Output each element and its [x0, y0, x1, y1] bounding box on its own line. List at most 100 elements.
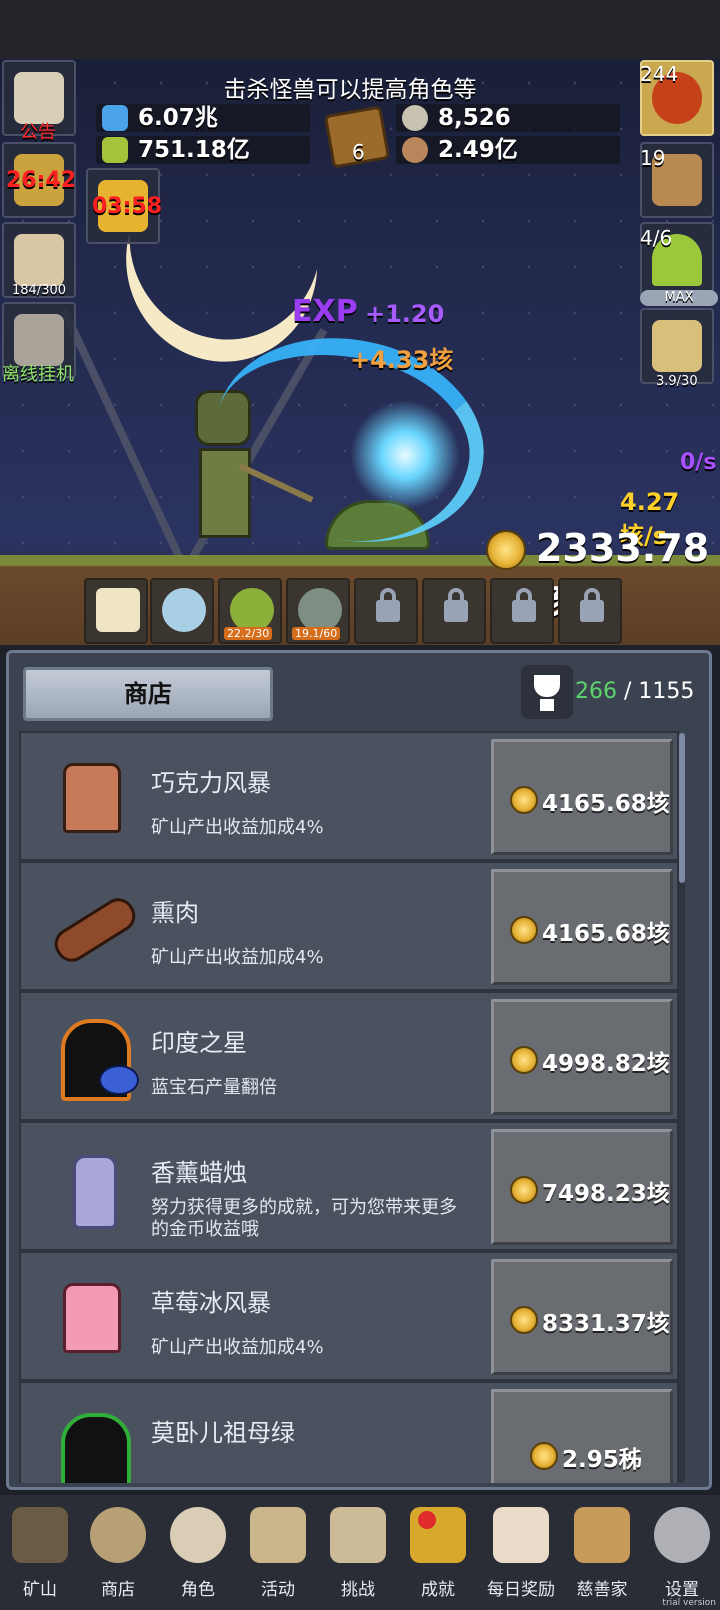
shop-item: 莫卧儿祖母绿 2.95秭 [19, 1381, 679, 1483]
chest-count: 19 [640, 146, 666, 170]
nav-philanthropist[interactable]: 慈善家 [562, 1503, 642, 1603]
shop-tab[interactable]: 商店 [23, 667, 273, 721]
item-price: 2.95秭 [562, 1447, 642, 1473]
item-price: 7498.23垓 [542, 1181, 670, 1207]
skull-icon [170, 1507, 226, 1563]
drink-mug-icon [14, 234, 64, 286]
scroll-icon [14, 72, 64, 124]
slime-pet-icon [230, 588, 274, 632]
nav-label: 设置 [665, 1580, 699, 1600]
offline-label: 离线挂机 [2, 364, 74, 385]
silver-ore-icon [402, 105, 428, 131]
pet-slime-progress: 22.2/30 [224, 627, 273, 640]
shop-item: 熏肉 矿山产出收益加成4% 4165.68垓 [19, 861, 679, 991]
lock-icon [444, 588, 468, 622]
nav-label: 挑战 [341, 1580, 375, 1600]
nav-label: 每日奖励 [487, 1580, 555, 1600]
bread-icon [574, 1507, 630, 1563]
lock-icon [512, 588, 536, 622]
scrollbar-thumb[interactable] [679, 733, 685, 883]
bucket-timer: 03:58 [92, 194, 163, 219]
nav-challenge[interactable]: 挑战 [318, 1503, 398, 1603]
pet-slot-egg[interactable] [150, 578, 214, 644]
lantern-icon [12, 1507, 68, 1563]
pet-zombie-progress: 19.1/60 [292, 627, 341, 640]
meat-icon [402, 137, 428, 163]
shop-scrollbar[interactable] [679, 733, 685, 1483]
shop-item: 巧克力风暴 矿山产出收益加成4% 4165.68垓 [19, 731, 679, 861]
pet-slot-locked[interactable] [490, 578, 554, 644]
item-price: 4165.68垓 [542, 921, 670, 947]
notification-dot [418, 1511, 436, 1529]
wind-up-key-icon [14, 314, 64, 366]
bacon-icon [43, 883, 142, 973]
nav-character[interactable]: 角色 [158, 1503, 238, 1603]
book-count: 6 [352, 140, 365, 164]
pet-slot-zombie[interactable]: 19.1/60 [286, 578, 350, 644]
buy-button[interactable]: 8331.37垓 [491, 1259, 673, 1375]
lock-icon [376, 588, 400, 622]
buy-button[interactable]: 4165.68垓 [491, 739, 673, 855]
item-description: 矿山产出收益加成4% [151, 947, 324, 968]
pet-slot-slime[interactable]: 22.2/30 [218, 578, 282, 644]
item-description: 努力获得更多的成就，可为您带来更多的金币收益哦 [151, 1197, 457, 1240]
nav-label: 矿山 [23, 1580, 57, 1600]
item-description: 矿山产出收益加成4% [151, 1337, 324, 1358]
trophy-counter: 266 / 1155 [575, 679, 694, 704]
drink-progress: 184/300 [12, 283, 67, 298]
gold-coin-icon [510, 1306, 538, 1334]
game-scene[interactable]: 击杀怪兽可以提高角色等 6.07兆 751.18亿 6 8,526 2.49亿 … [0, 0, 720, 645]
map-icon [330, 1507, 386, 1563]
pet-slot-locked[interactable] [422, 578, 486, 644]
item-price: 4998.82垓 [542, 1051, 670, 1077]
pet-slot-locked[interactable] [558, 578, 622, 644]
nav-label: 角色 [181, 1580, 215, 1600]
lock-icon [580, 588, 604, 622]
nav-daily-reward[interactable]: 每日奖励 [478, 1503, 564, 1603]
item-description: 矿山产出收益加成4% [151, 817, 324, 838]
nav-label: 活动 [261, 1580, 295, 1600]
buy-button[interactable]: 4165.68垓 [491, 869, 673, 985]
slime-progress: 4/6 [640, 226, 673, 250]
buy-button[interactable]: 2.95秭 [491, 1389, 673, 1483]
item-name: 熏肉 [151, 899, 199, 927]
max-badge: MAX [640, 290, 718, 306]
gear-icon [654, 1507, 710, 1563]
zombie-pet-icon [298, 588, 342, 632]
nav-label: 成就 [421, 1580, 455, 1600]
letter-icon [493, 1507, 549, 1563]
ore-icon [90, 1507, 146, 1563]
item-name: 印度之星 [151, 1029, 247, 1057]
strawberry-storm-icon [43, 1273, 139, 1363]
buy-button[interactable]: 7498.23垓 [491, 1129, 673, 1245]
trophy-separator: / [617, 679, 639, 704]
trial-watermark: trial version [662, 1598, 716, 1608]
star-of-india-icon [43, 1013, 139, 1103]
gold-coin-icon [510, 786, 538, 814]
nav-label: 慈善家 [576, 1580, 628, 1600]
gold-coin-icon [510, 1046, 538, 1074]
nav-achievements[interactable]: 成就 [398, 1503, 478, 1603]
gold-coin-icon [510, 916, 538, 944]
pet-slot-locked[interactable] [354, 578, 418, 644]
hit-burst-effect [350, 400, 460, 510]
nav-settings[interactable]: 设置 [642, 1503, 720, 1603]
sword-upgrade-button[interactable] [640, 308, 714, 384]
exp-label: EXP [292, 294, 358, 329]
shop-panel: 商店 266 / 1155 巧克力风暴 矿山产出收益加成4% 4165.68垓 … [6, 650, 712, 1490]
resource-silver: 8,526 [396, 104, 620, 132]
blue-potion-icon [102, 105, 128, 131]
nav-events[interactable]: 活动 [238, 1503, 318, 1603]
nav-shop[interactable]: 商店 [78, 1503, 158, 1603]
item-name: 香薰蜡烛 [151, 1159, 247, 1187]
sword-progress: 3.9/30 [656, 374, 698, 389]
nav-mine[interactable]: 矿山 [0, 1503, 80, 1603]
shop-item-list[interactable]: 巧克力风暴 矿山产出收益加成4% 4165.68垓 熏肉 矿山产出收益加成4% … [19, 731, 679, 1483]
pet-slot-candle[interactable] [84, 578, 148, 644]
rate-primary: 0/s [680, 450, 717, 475]
scroll-icon [250, 1507, 306, 1563]
buy-button[interactable]: 4998.82垓 [491, 999, 673, 1115]
item-name: 草莓冰风暴 [151, 1289, 271, 1317]
item-price: 4165.68垓 [542, 791, 670, 817]
gold-coin-icon [486, 530, 526, 570]
